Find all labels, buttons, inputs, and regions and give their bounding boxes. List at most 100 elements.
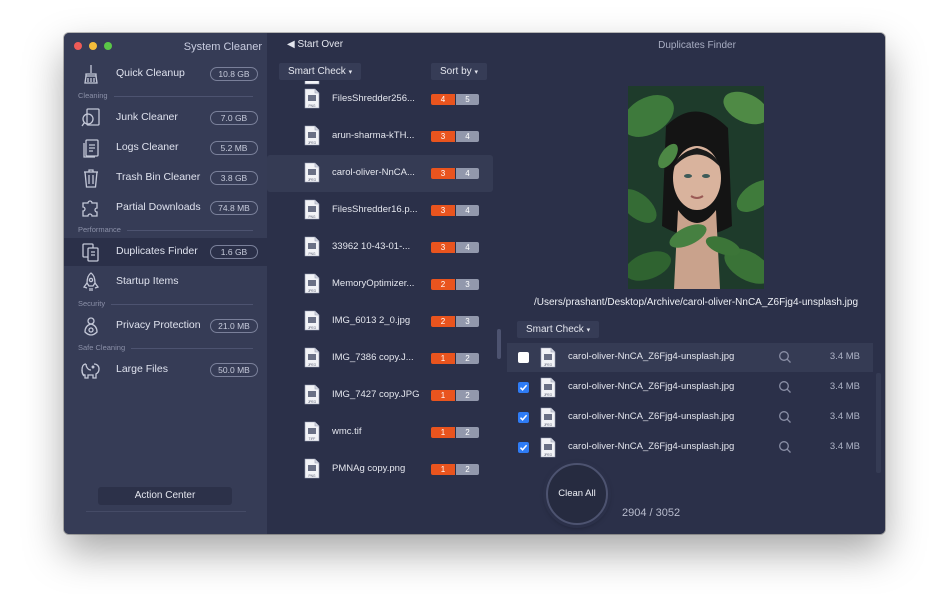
tiff-file-icon: TIFF [304,421,320,442]
sidebar-item-trash-bin-cleaner[interactable]: Trash Bin Cleaner 3.8 GB [64,164,267,192]
list-item[interactable]: JPEG IMG_7427 copy.JPG 12 [267,377,493,414]
action-center-button[interactable]: Action Center [98,487,232,505]
size-badge: 21.0 MB [210,319,258,333]
jpeg-file-icon: JPEG [540,437,556,458]
duplicate-count-badge: 12 [431,390,479,401]
checkbox[interactable] [518,382,529,393]
file-name: FilesShredder16.p... [332,204,418,215]
checkbox[interactable] [518,442,529,453]
file-name: carol-oliver-NnCA... [332,167,415,178]
duplicate-count-badge: 12 [431,464,479,475]
duplicate-count-badge: 34 [431,242,479,253]
sidebar-item-label: Duplicates Finder [116,245,198,257]
list-item[interactable]: PNG FilesShredder16.p... 34 [267,192,493,229]
file-name: carol-oliver-NnCA_Z6Fjg4-unsplash.jpg [568,381,735,392]
back-arrow-icon: ◀ [287,39,298,50]
section-security: Security [78,299,253,309]
png-file-icon: PNG [304,199,320,220]
png-file-icon: PNG [304,458,320,479]
app-window: System Cleaner Quick Cleanup 10.8 GB Cle… [64,33,885,534]
list-item[interactable]: PNG 33962 10-43-01-... 34 [267,229,493,266]
smart-check-dropdown[interactable]: Smart Check ▾ [517,321,600,338]
svg-text:JPEG: JPEG [544,453,553,457]
divider [86,511,246,512]
svg-text:PNG: PNG [309,474,316,478]
file-name: 33962 10-43-01-... [332,241,411,252]
file-name: FilesShredder256... [332,93,415,104]
svg-text:JPEG: JPEG [308,326,317,330]
checkbox[interactable] [518,412,529,423]
list-item[interactable]: TIFF wmc.tif 12 [267,414,493,451]
duplicate-groups-panel: ◀ Start Over Smart Check ▾ Sort by ▾ PNG… [267,33,507,534]
svg-text:JPEG: JPEG [544,393,553,397]
search-icon[interactable] [778,350,792,364]
list-item[interactable]: JPEG MemoryOptimizer... 23 [267,266,493,303]
smart-check-dropdown[interactable]: Smart Check ▾ [279,63,362,80]
svg-text:PNG: PNG [309,215,316,219]
jpeg-file-icon: JPEG [540,377,556,398]
jpeg-file-icon: JPEG [540,407,556,428]
duplicate-count-badge: 45 [431,94,479,105]
table-row[interactable]: JPEG carol-oliver-NnCA_Z6Fjg4-unsplash.j… [507,403,873,432]
sidebar-item-large-files[interactable]: Large Files 50.0 MB [64,356,267,384]
sidebar-item-startup-items[interactable]: Startup Items [64,268,267,296]
table-row[interactable]: JPEG carol-oliver-NnCA_Z6Fjg4-unsplash.j… [507,373,873,402]
close-window-button[interactable] [74,42,82,50]
file-size: 3.4 MB [829,381,860,392]
sidebar-item-junk-cleaner[interactable]: Junk Cleaner 7.0 GB [64,104,267,132]
image-preview [628,86,764,289]
sidebar-item-label: Startup Items [116,275,179,287]
table-row[interactable]: JPEG carol-oliver-NnCA_Z6Fjg4-unsplash.j… [507,343,873,372]
window-title: Duplicates Finder [658,40,736,51]
jpeg-file-icon: JPEG [304,384,320,405]
magnifier-doc-icon [80,107,102,129]
section-cleaning: Cleaning [78,91,253,101]
duplicate-count-badge: 34 [431,205,479,216]
scrollbar[interactable] [876,373,881,473]
list-item[interactable]: PNG FilesShredder256... 45 [267,81,493,118]
sort-by-dropdown[interactable]: Sort by ▾ [431,63,487,80]
checkbox[interactable] [518,352,529,363]
duplicate-count-badge: 23 [431,279,479,290]
table-row[interactable]: JPEG carol-oliver-NnCA_Z6Fjg4-unsplash.j… [507,433,873,462]
duplicate-count-badge: 23 [431,316,479,327]
file-name: carol-oliver-NnCA_Z6Fjg4-unsplash.jpg [568,441,735,452]
file-name: carol-oliver-NnCA_Z6Fjg4-unsplash.jpg [568,351,735,362]
svg-text:JPEG: JPEG [544,363,553,367]
list-item[interactable]: PNG PMNAg copy.png 12 [267,451,493,488]
file-name: MemoryOptimizer... [332,278,415,289]
search-icon[interactable] [778,380,792,394]
sidebar-item-privacy-protection[interactable]: Privacy Protection 21.0 MB [64,312,267,340]
svg-text:JPEG: JPEG [308,289,317,293]
zoom-window-button[interactable] [104,42,112,50]
search-icon[interactable] [778,440,792,454]
minimize-window-button[interactable] [89,42,97,50]
file-list: PNG FilesShredder256... 45 JPEG arun-sha… [267,81,507,489]
sidebar-item-logs-cleaner[interactable]: Logs Cleaner 5.2 MB [64,134,267,162]
size-badge: 1.6 GB [210,245,258,259]
size-badge: 50.0 MB [210,363,258,377]
sidebar-item-partial-downloads[interactable]: Partial Downloads 74.8 MB [64,194,267,222]
svg-text:JPEG: JPEG [308,178,317,182]
sidebar-item-duplicates-finder[interactable]: Duplicates Finder 1.6 GB [64,238,267,266]
file-name: IMG_7386 copy.J... [332,352,414,363]
search-icon[interactable] [778,410,792,424]
broom-icon [80,63,102,85]
clean-all-button[interactable]: Clean All [546,463,608,525]
sidebar-item-label: Junk Cleaner [116,111,178,123]
sidebar-item-label: Privacy Protection [116,319,201,331]
chevron-down-icon: ▾ [348,69,353,76]
sidebar-item-quick-cleanup[interactable]: Quick Cleanup 10.8 GB [64,60,267,88]
list-item[interactable]: JPEG IMG_7386 copy.J... 12 [267,340,493,377]
size-badge: 10.8 GB [210,67,258,81]
list-item[interactable]: JPEG arun-sharma-kTH... 34 [267,118,493,155]
jpeg-file-icon: JPEG [304,273,320,294]
scrollbar[interactable] [497,329,501,359]
chevron-down-icon: ▾ [586,327,591,334]
start-over-button[interactable]: ◀ Start Over [287,39,343,50]
list-item-selected[interactable]: JPEG carol-oliver-NnCA... 34 [267,155,493,192]
file-name: carol-oliver-NnCA_Z6Fjg4-unsplash.jpg [568,411,735,422]
jpeg-file-icon: JPEG [304,125,320,146]
duplicate-count-badge: 34 [431,168,479,179]
list-item[interactable]: JPEG IMG_6013 2_0.jpg 23 [267,303,493,340]
